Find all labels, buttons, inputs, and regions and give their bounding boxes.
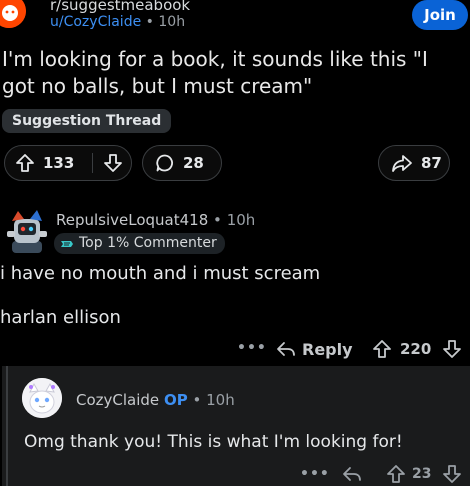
share-button[interactable]: 87 <box>378 145 450 181</box>
subreddit-icon[interactable] <box>0 0 26 28</box>
comment-body-line: harlan ellison <box>0 307 121 328</box>
reply-author[interactable]: CozyClaide <box>76 391 159 409</box>
reply-upvote-icon[interactable] <box>386 464 406 484</box>
reply-reply-arrow-icon[interactable] <box>342 465 362 483</box>
top-commenter-badge: Top 1% Commenter <box>54 233 225 254</box>
post-meta: u/CozyClaide • 10h <box>50 14 185 30</box>
reply-body: Omg thank you! This is what I'm looking … <box>24 432 403 452</box>
upvote-count: 133 <box>43 154 75 172</box>
comment-meta: RepulsiveLoquat418 • 10h <box>56 211 255 229</box>
comment-author[interactable]: RepulsiveLoquat418 <box>56 211 208 229</box>
comment-body-line: i have no mouth and i must scream <box>0 263 321 284</box>
badge-icon <box>61 240 73 247</box>
meta-separator: • <box>145 14 154 30</box>
badge-label: Top 1% Commenter <box>79 235 217 251</box>
reply-button[interactable]: Reply <box>276 337 353 361</box>
upvote-icon[interactable] <box>15 153 35 173</box>
reply-age: 10h <box>206 391 235 409</box>
vote-pill: 133 <box>4 145 132 181</box>
comment-vote-count: 220 <box>400 340 432 358</box>
thread-line[interactable] <box>6 366 8 486</box>
comment-downvote-icon[interactable] <box>442 339 462 359</box>
reply-label: Reply <box>302 339 353 359</box>
commenter-avatar[interactable] <box>4 207 50 253</box>
meta-separator: • <box>213 211 222 229</box>
downvote-icon[interactable] <box>103 153 123 173</box>
vote-divider <box>92 153 93 173</box>
op-avatar[interactable] <box>22 378 62 418</box>
post-author[interactable]: u/CozyClaide <box>50 14 141 30</box>
reply-meta: CozyClaide OP • 10h <box>76 391 235 409</box>
post-age: 10h <box>158 14 186 30</box>
comment-upvote-icon[interactable] <box>372 339 392 359</box>
subreddit-name[interactable]: r/suggestmeabook <box>50 0 190 14</box>
share-arrow-icon <box>391 153 413 173</box>
post-title: I'm looking for a book, it sounds like t… <box>2 47 428 98</box>
comment-bubble-icon <box>155 153 175 173</box>
comment-age: 10h <box>226 211 256 229</box>
share-count: 87 <box>421 154 442 172</box>
comment-count: 28 <box>183 154 204 172</box>
meta-separator: • <box>192 391 202 409</box>
reply-arrow-icon <box>277 342 295 356</box>
reply-downvote-icon[interactable] <box>442 464 462 484</box>
join-button[interactable]: Join <box>412 0 468 30</box>
comment-more-options[interactable]: ••• <box>237 340 267 356</box>
op-tag: OP <box>163 391 188 409</box>
comments-button[interactable]: 28 <box>142 145 222 181</box>
post-flair[interactable]: Suggestion Thread <box>2 109 172 133</box>
